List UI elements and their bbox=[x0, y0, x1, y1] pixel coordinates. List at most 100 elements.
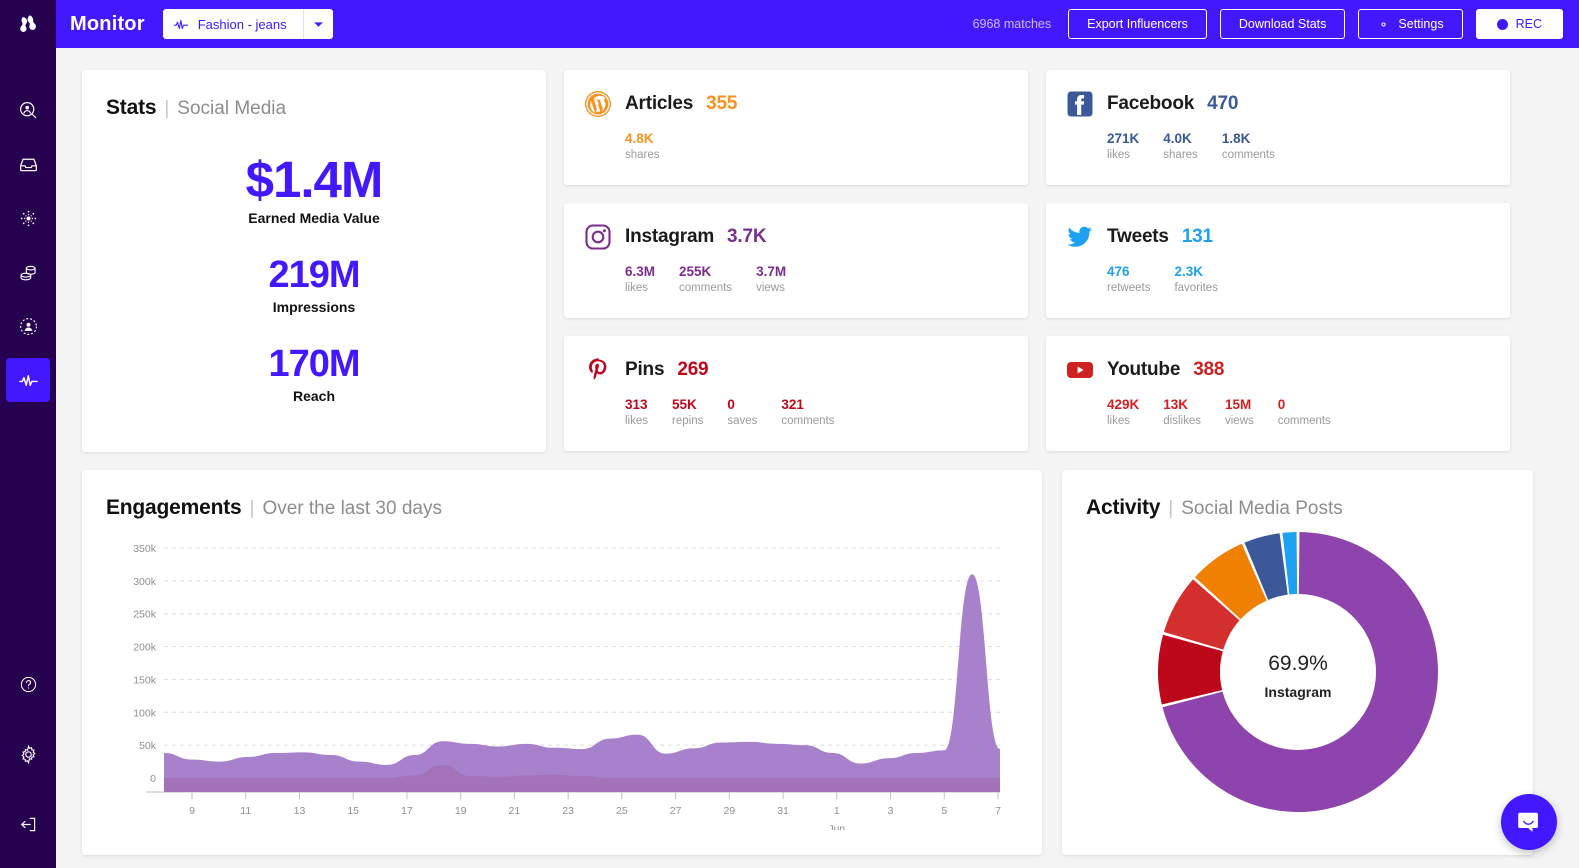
stats-title: Stats bbox=[106, 96, 157, 119]
metric-value: 476 bbox=[1107, 264, 1130, 279]
social-column-middle: Articles 355 4.8K shares Instagram 3.7K 6.3M li… bbox=[564, 70, 1028, 452]
sidebar-item-influencers[interactable] bbox=[6, 88, 50, 132]
activity-subtitle: Social Media Posts bbox=[1181, 498, 1343, 519]
metric-comments: 321 comments bbox=[781, 397, 834, 429]
x-axis-tick-label: 13 bbox=[294, 805, 306, 817]
sidebar-item-logout[interactable] bbox=[6, 802, 50, 846]
app-logo[interactable] bbox=[0, 0, 56, 48]
x-axis-tick-label: 31 bbox=[777, 805, 789, 817]
stats-card: Stats | Social Media $1.4M Earned Media … bbox=[82, 70, 546, 452]
social-card-header: Facebook 470 bbox=[1066, 90, 1488, 118]
social-card-name: Pins bbox=[625, 359, 665, 380]
social-card-count: 470 bbox=[1207, 93, 1239, 114]
sidebar-item-budget[interactable] bbox=[6, 250, 50, 294]
logout-icon bbox=[20, 817, 35, 831]
metric-value: 1.8K bbox=[1221, 131, 1251, 146]
social-card-count: 131 bbox=[1181, 226, 1213, 247]
download-stats-button[interactable]: Download Stats bbox=[1219, 9, 1346, 39]
x-axis-tick-label: 15 bbox=[347, 805, 359, 817]
metric-value: 313 bbox=[625, 397, 648, 412]
metric-value: 3.7M bbox=[756, 264, 787, 279]
facebook-icon bbox=[1066, 90, 1094, 118]
metric-label: views bbox=[756, 281, 785, 294]
sidebar-item-monitor[interactable] bbox=[6, 358, 50, 402]
metric-comments: 1.8K comments bbox=[1222, 131, 1275, 163]
metric-value: 255K bbox=[679, 264, 712, 279]
y-axis-tick-label: 200k bbox=[133, 642, 157, 654]
sidebar-item-settings[interactable] bbox=[6, 732, 50, 776]
impressions-label: Impressions bbox=[272, 298, 356, 315]
sidebar-item-help[interactable] bbox=[6, 662, 50, 706]
metric-label: favorites bbox=[1174, 281, 1218, 294]
chevron-down-icon bbox=[313, 21, 323, 27]
social-card-facebook: Facebook 470 271K likes 4.0K shares 1.8K commen… bbox=[1046, 70, 1510, 185]
rec-button[interactable]: REC bbox=[1475, 9, 1563, 39]
social-card-header: Articles 355 bbox=[584, 90, 1006, 118]
title-separator: | bbox=[164, 98, 170, 119]
export-influencers-button[interactable]: Export Influencers bbox=[1068, 9, 1207, 39]
social-card-youtube: Youtube 388 429K likes 13K dislikes 15M views 0 c… bbox=[1046, 336, 1510, 451]
x-axis-tick-label: 17 bbox=[401, 805, 413, 817]
metric-views: 15M views bbox=[1225, 397, 1254, 429]
metric-label: likes bbox=[625, 281, 649, 294]
x-axis-tick-label: 7 bbox=[995, 805, 1001, 817]
metric-value: 429K bbox=[1107, 397, 1140, 412]
reach-label: Reach bbox=[292, 387, 336, 404]
sidebar-item-audience[interactable] bbox=[6, 304, 50, 348]
x-axis-tick-label: 21 bbox=[509, 805, 521, 817]
metric-label: likes bbox=[625, 414, 649, 427]
stats-body: $1.4M Earned Media Value 219M Impression… bbox=[106, 153, 522, 404]
sidebar-item-discover[interactable] bbox=[6, 196, 50, 240]
campaign-selector-caret[interactable] bbox=[302, 9, 333, 39]
social-card-tweets: Tweets 131 476 retweets 2.3K favorites bbox=[1046, 203, 1510, 318]
y-axis-tick-label: 100k bbox=[133, 707, 157, 719]
social-card-metrics: 313 likes 55K repins 0 saves 321 comments bbox=[625, 397, 1006, 429]
bottom-row: Engagements | Over the last 30 days 0 50k… bbox=[82, 470, 1559, 855]
social-card-articles: Articles 355 4.8K shares bbox=[564, 70, 1028, 185]
x-axis-tick-label: 23 bbox=[562, 805, 574, 817]
engagements-area-svg: 050k100k150k200k250k300k350k9 11 13 15 17 19 2… bbox=[133, 543, 1001, 835]
gear-icon bbox=[1381, 21, 1386, 27]
instagram-icon bbox=[584, 223, 612, 251]
page-title: Monitor bbox=[70, 12, 145, 35]
youtube-icon bbox=[1066, 356, 1094, 384]
social-card-metrics: 429K likes 13K dislikes 15M views 0 comments bbox=[1107, 397, 1488, 429]
donut-center-label: Instagram bbox=[1264, 684, 1331, 700]
metric-value: 55K bbox=[672, 397, 697, 412]
engagements-chart: 0 50k 100k 150k 200k 250k 300k 350k 9 11 13 15 17 19 2… bbox=[106, 540, 1018, 835]
social-card-count: 388 bbox=[1193, 359, 1225, 380]
campaign-selector-value[interactable]: Fashion - jeans bbox=[162, 9, 303, 39]
metric-label: likes bbox=[1107, 414, 1131, 427]
x-axis-tick-label: 3 bbox=[888, 805, 894, 817]
metric-label: dislikes bbox=[1163, 414, 1201, 427]
settings-button[interactable]: Settings bbox=[1358, 9, 1463, 39]
sidebar bbox=[0, 0, 56, 868]
metric-value: 321 bbox=[781, 397, 804, 412]
metric-label: shares bbox=[1163, 148, 1198, 161]
social-card-header: Instagram 3.7K bbox=[584, 223, 1006, 251]
metric-dislikes: 13K dislikes bbox=[1163, 397, 1201, 429]
emv-label: Earned Media Value bbox=[248, 210, 380, 227]
social-card-name: Instagram bbox=[625, 226, 715, 247]
metric-label: saves bbox=[727, 414, 758, 427]
metric-value: 0 bbox=[1277, 397, 1286, 412]
metric-value: 15M bbox=[1225, 397, 1252, 412]
settings-button-label: Settings bbox=[1398, 17, 1444, 31]
chat-bubble-icon bbox=[1518, 812, 1538, 832]
stats-subtitle: Social Media bbox=[177, 98, 287, 119]
y-axis-tick-label: 50k bbox=[139, 740, 157, 752]
social-column-right: Facebook 470 271K likes 4.0K shares 1.8K commen… bbox=[1046, 70, 1510, 452]
area-series-engagements bbox=[164, 574, 1000, 792]
metric-value: 4.8K bbox=[625, 131, 654, 146]
chat-launcher-button[interactable] bbox=[1501, 794, 1557, 850]
metric-label: comments bbox=[1221, 148, 1275, 161]
y-axis-tick-label: 350k bbox=[133, 543, 157, 555]
sidebar-nav bbox=[6, 88, 50, 412]
question-circle-icon bbox=[20, 676, 36, 692]
social-card-pins: Pins 269 313 likes 55K repins 0 saves 321 comment… bbox=[564, 336, 1028, 451]
pinterest-icon bbox=[584, 356, 612, 384]
sidebar-item-inbox[interactable] bbox=[6, 142, 50, 186]
social-card-header: Tweets 131 bbox=[1066, 223, 1488, 251]
impressions-value: 219M bbox=[268, 254, 360, 297]
metric-label: likes bbox=[1107, 148, 1131, 161]
